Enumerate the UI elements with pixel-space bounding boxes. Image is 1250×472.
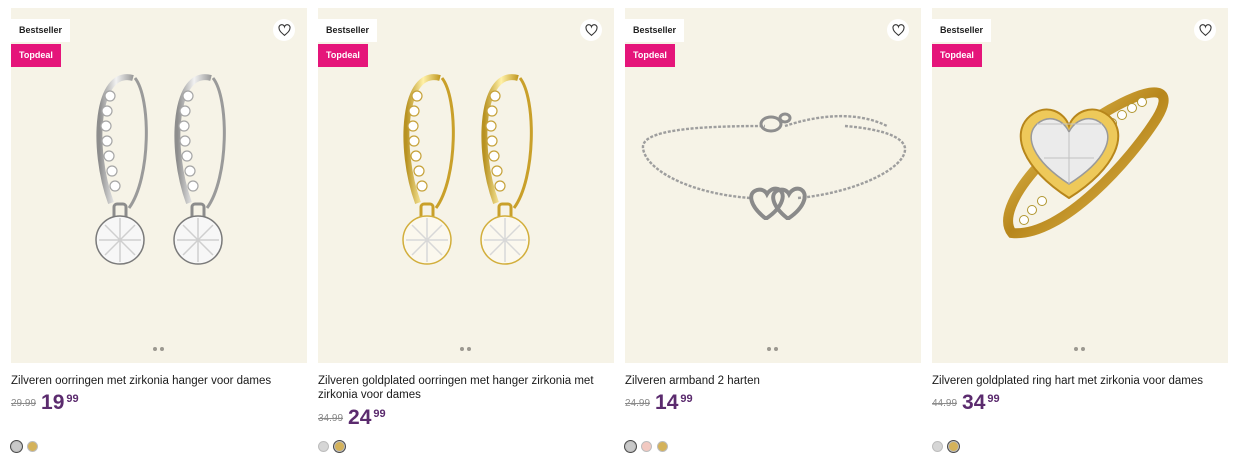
topdeal-badge: Topdeal (625, 44, 675, 67)
gold-swatch[interactable] (948, 441, 959, 452)
topdeal-badge: Topdeal (932, 44, 982, 67)
bestseller-badge: Bestseller (625, 19, 685, 42)
product-image[interactable]: Bestseller Topdeal (318, 8, 614, 363)
product-card[interactable]: Bestseller Topdeal Zilveren armband 2 ha… (625, 8, 921, 468)
old-price: 44.99 (932, 398, 958, 409)
silver-swatch[interactable] (11, 441, 22, 452)
new-price: 14 (655, 391, 679, 414)
color-swatches (11, 441, 38, 452)
gold-swatch[interactable] (27, 441, 38, 452)
color-swatches (932, 441, 959, 452)
carousel-dot[interactable] (1074, 347, 1078, 351)
color-swatches (625, 441, 668, 452)
price-cents: 99 (680, 393, 693, 405)
price-cents: 99 (66, 393, 79, 405)
heart-outline-icon (891, 23, 905, 36)
bestseller-badge: Bestseller (11, 19, 71, 42)
carousel-dot[interactable] (467, 347, 471, 351)
new-price: 24 (348, 406, 372, 429)
old-price: 29.99 (11, 398, 37, 409)
old-price: 24.99 (625, 398, 651, 409)
wishlist-button[interactable] (887, 19, 909, 41)
price-row: 44.99 34 99 (932, 391, 1000, 415)
carousel-dot[interactable] (460, 347, 464, 351)
price-cents: 99 (373, 408, 386, 420)
carousel-dot[interactable] (153, 347, 157, 351)
heart-outline-icon (1198, 23, 1212, 36)
product-title[interactable]: Zilveren goldplated oorringen met hanger… (318, 374, 614, 402)
color-swatches (318, 441, 345, 452)
carousel-dot[interactable] (767, 347, 771, 351)
silver-swatch[interactable] (932, 441, 943, 452)
wishlist-button[interactable] (580, 19, 602, 41)
wishlist-button[interactable] (273, 19, 295, 41)
product-title[interactable]: Zilveren goldplated ring hart met zirkon… (932, 374, 1228, 388)
product-card[interactable]: Bestseller Topdeal Zilveren oorringen me… (11, 8, 307, 468)
new-price: 34 (962, 391, 986, 414)
topdeal-badge: Topdeal (11, 44, 61, 67)
carousel-dots (1074, 347, 1085, 351)
carousel-dot[interactable] (160, 347, 164, 351)
carousel-dots (460, 347, 471, 351)
product-image[interactable]: Bestseller Topdeal (932, 8, 1228, 363)
price-row: 34.99 24 99 (318, 406, 386, 430)
product-title[interactable]: Zilveren oorringen met zirkonia hanger v… (11, 374, 307, 388)
gold-swatch[interactable] (657, 441, 668, 452)
price-cents: 99 (987, 393, 1000, 405)
topdeal-badge: Topdeal (318, 44, 368, 67)
carousel-dot[interactable] (1081, 347, 1085, 351)
heart-outline-icon (584, 23, 598, 36)
product-image[interactable]: Bestseller Topdeal (625, 8, 921, 363)
product-card[interactable]: Bestseller Topdeal Zilveren goldplated r… (932, 8, 1228, 468)
product-grid: Bestseller Topdeal Zilveren oorringen me… (11, 8, 1239, 468)
silver-swatch[interactable] (318, 441, 329, 452)
rosegold-swatch[interactable] (641, 441, 652, 452)
bestseller-badge: Bestseller (318, 19, 378, 42)
bestseller-badge: Bestseller (932, 19, 992, 42)
product-title[interactable]: Zilveren armband 2 harten (625, 374, 921, 388)
carousel-dots (767, 347, 778, 351)
carousel-dot[interactable] (774, 347, 778, 351)
price-row: 29.99 19 99 (11, 391, 79, 415)
wishlist-button[interactable] (1194, 19, 1216, 41)
product-image[interactable]: Bestseller Topdeal (11, 8, 307, 363)
product-card[interactable]: Bestseller Topdeal Zilveren goldplated o… (318, 8, 614, 468)
gold-swatch[interactable] (334, 441, 345, 452)
new-price: 19 (41, 391, 65, 414)
silver-swatch[interactable] (625, 441, 636, 452)
heart-outline-icon (277, 23, 291, 36)
old-price: 34.99 (318, 413, 344, 424)
price-row: 24.99 14 99 (625, 391, 693, 415)
carousel-dots (153, 347, 164, 351)
